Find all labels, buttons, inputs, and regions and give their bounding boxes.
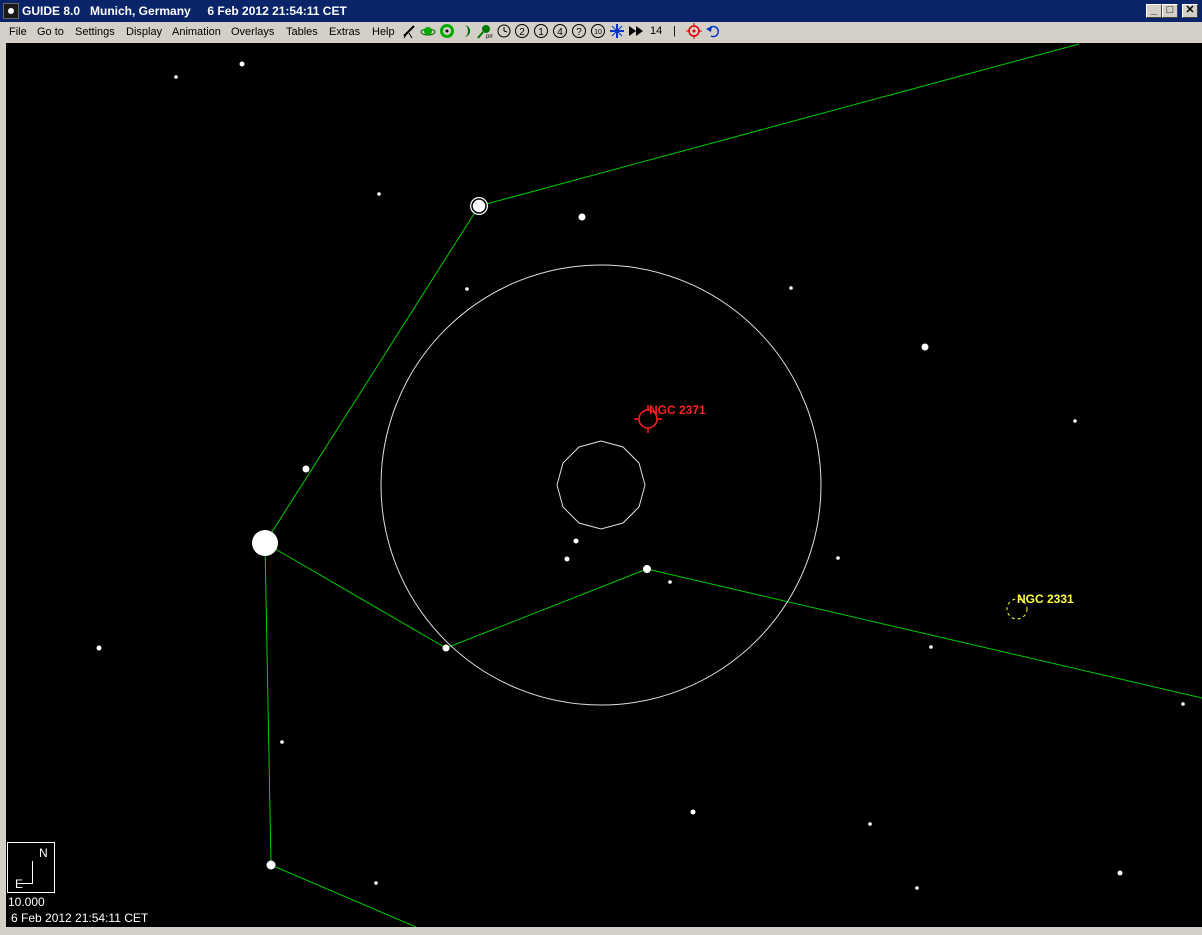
clock-icon[interactable] [496, 23, 512, 39]
level-unknown-icon[interactable]: ? [571, 23, 587, 39]
star[interactable] [377, 192, 381, 196]
star[interactable] [836, 556, 840, 560]
constellation-line [264, 205, 480, 544]
fast-forward-icon[interactable] [628, 23, 644, 39]
compass-rose: N E [7, 842, 55, 893]
menu-help[interactable]: Help [372, 26, 395, 38]
minimize-button[interactable]: _ [1146, 4, 1162, 18]
compass-north-arrow [32, 861, 33, 883]
moon-icon[interactable] [458, 23, 474, 39]
star[interactable] [573, 538, 579, 544]
menu-goto[interactable]: Go to [37, 26, 64, 38]
planets-icon[interactable] [420, 23, 436, 39]
menu-tables[interactable]: Tables [286, 26, 318, 38]
star[interactable] [374, 881, 378, 885]
level-1-icon[interactable]: 1 [533, 23, 549, 39]
star[interactable] [174, 75, 178, 79]
menu-file[interactable]: File [9, 26, 27, 38]
level-14-button[interactable]: 14 [650, 25, 662, 41]
star[interactable] [668, 580, 672, 584]
star[interactable] [578, 213, 586, 221]
bright-star[interactable] [252, 530, 278, 556]
compass-north-label: N [39, 846, 48, 860]
star[interactable] [564, 556, 570, 562]
star[interactable] [643, 565, 651, 573]
ngc-2331-label[interactable]: NGC 2331 [1017, 592, 1074, 606]
star-chart[interactable]: NGC 2371 NGC 2331 N E 10.000 6 Feb 2012 … [6, 43, 1202, 927]
level-unknown-label: ? [576, 27, 582, 38]
menu-extras[interactable]: Extras [329, 26, 360, 38]
compass-east-arrow [20, 883, 33, 884]
cross-icon[interactable] [609, 23, 625, 39]
star[interactable] [929, 645, 933, 649]
menu-animation[interactable]: Animation [172, 26, 221, 38]
telrad-outer-circle [380, 264, 822, 706]
level-4-icon[interactable]: 4 [552, 23, 568, 39]
star[interactable] [915, 886, 919, 890]
stars [96, 61, 1185, 890]
level-10-icon[interactable]: 10 [590, 23, 606, 39]
telrad-inner-circle [556, 440, 646, 530]
level-10-label: 10 [594, 29, 602, 36]
star[interactable] [465, 287, 469, 291]
telescope-icon[interactable] [401, 23, 417, 39]
title-bar[interactable]: GUIDE 8.0 Munich, Germany 6 Feb 2012 21:… [0, 0, 1202, 22]
undo-icon[interactable] [705, 23, 721, 39]
star[interactable] [239, 61, 245, 67]
star[interactable] [868, 822, 872, 826]
comet-icon[interactable]: pm [477, 23, 493, 39]
datetime-readout: 6 Feb 2012 21:54:11 CET [11, 911, 149, 925]
deep-sky-icon[interactable] [439, 23, 455, 39]
star[interactable] [280, 740, 284, 744]
constellation-line [646, 568, 1202, 699]
constellation-line [264, 542, 272, 866]
star[interactable] [921, 343, 929, 351]
star[interactable] [690, 809, 696, 815]
menu-display[interactable]: Display [126, 26, 162, 38]
star[interactable] [302, 465, 310, 473]
level-separator: | [673, 25, 676, 37]
star[interactable] [442, 644, 450, 652]
menu-settings[interactable]: Settings [75, 26, 115, 38]
menu-overlays[interactable]: Overlays [231, 26, 274, 38]
star[interactable] [789, 286, 793, 290]
constellation-line [270, 864, 417, 927]
star[interactable] [1073, 419, 1077, 423]
compass-east-label: E [15, 877, 24, 891]
constellation-line [264, 542, 447, 649]
star[interactable] [1117, 870, 1123, 876]
svg-text:pm: pm [486, 34, 493, 39]
level-1-label: 1 [538, 27, 544, 38]
maximize-button[interactable]: □ [1162, 4, 1178, 18]
menu-bar: File Go to Settings Display Animation Ov… [0, 22, 1202, 42]
window-title: GUIDE 8.0 Munich, Germany 6 Feb 2012 21:… [22, 4, 347, 18]
level-2-icon[interactable]: 2 [514, 23, 530, 39]
star[interactable] [1181, 702, 1185, 706]
constellation-lines [264, 43, 1202, 927]
star[interactable] [266, 860, 276, 870]
constellation-line [478, 43, 1080, 207]
ngc-2371-label[interactable]: NGC 2371 [649, 403, 706, 417]
level-4-label: 4 [557, 27, 563, 38]
target-icon[interactable] [686, 23, 702, 39]
constellation-line [445, 568, 648, 649]
app-icon[interactable] [3, 3, 19, 19]
chart-canvas[interactable] [6, 43, 1202, 927]
level-2-label: 2 [519, 27, 525, 38]
field-of-view-readout: 10.000 [8, 895, 45, 909]
close-button[interactable]: ✕ [1182, 4, 1198, 18]
star[interactable] [96, 645, 102, 651]
